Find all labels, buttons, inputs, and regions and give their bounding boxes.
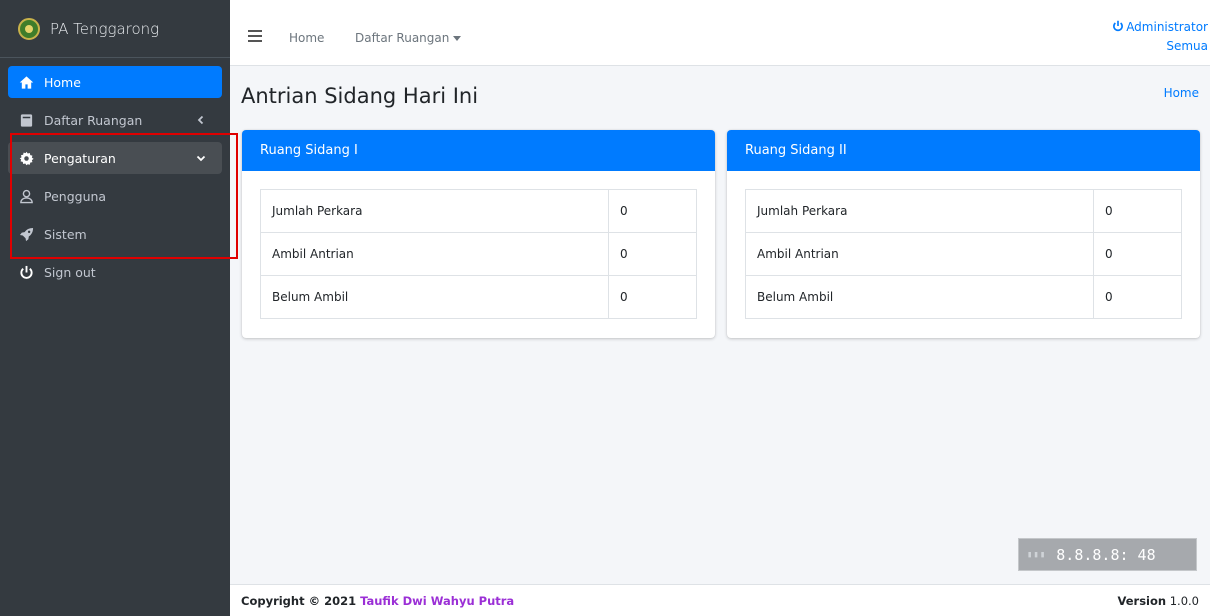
menu-toggle-icon[interactable] — [248, 30, 262, 42]
card-title: Ruang Sidang II — [727, 130, 1200, 171]
sidebar-item-daftar-ruangan[interactable]: Daftar Ruangan — [8, 104, 222, 136]
sidebar-item-sistem[interactable]: Sistem — [8, 218, 222, 250]
card-body: Jumlah Perkara 0 Ambil Antrian 0 Belum Amb… — [727, 171, 1200, 319]
sidebar-item-label: Sign out — [44, 264, 96, 280]
user-role: Semua — [1166, 39, 1208, 53]
clock-label: ▮▮▮ — [1027, 549, 1047, 560]
top-nav-daftar-ruangan[interactable]: Daftar Ruangan — [355, 31, 462, 45]
sidebar-item-pengaturan[interactable]: Pengaturan — [8, 142, 222, 174]
chevron-left-icon — [196, 113, 210, 127]
stat-label: Belum Ambil — [745, 275, 1094, 319]
stat-label: Jumlah Perkara — [260, 189, 609, 233]
court-logo-icon — [18, 17, 40, 40]
stat-value: 0 — [1093, 189, 1182, 233]
card-body: Jumlah Perkara 0 Ambil Antrian 0 Belum Amb… — [242, 171, 715, 319]
stat-value: 0 — [1093, 232, 1182, 276]
stat-value: 0 — [608, 189, 697, 233]
brand-link[interactable]: PA Tenggarong — [0, 0, 230, 58]
caret-down-icon — [453, 36, 462, 41]
footer: Copyright © 2021 Taufik Dwi Wahyu Putra … — [230, 584, 1210, 616]
card-title: Ruang Sidang I — [242, 130, 715, 171]
room-stats-table: Jumlah Perkara 0 Ambil Antrian 0 Belum Amb… — [260, 189, 697, 319]
top-navbar: Home Daftar Ruangan Administrator Semua — [230, 0, 1210, 66]
gear-icon — [18, 150, 34, 166]
user-menu[interactable]: Administrator Semua — [1112, 18, 1208, 56]
stat-label: Ambil Antrian — [260, 232, 609, 276]
stat-label: Jumlah Perkara — [745, 189, 1094, 233]
room-stats-table: Jumlah Perkara 0 Ambil Antrian 0 Belum Amb… — [745, 189, 1182, 319]
sidebar-item-label: Daftar Ruangan — [44, 112, 143, 128]
version-info: Version 1.0.0 — [1117, 594, 1199, 608]
sidebar-nav: Home Daftar Ruangan Pengaturan Pengguna … — [0, 58, 230, 302]
table-row: Ambil Antrian 0 — [745, 232, 1182, 276]
home-icon — [18, 74, 34, 90]
sidebar-item-home[interactable]: Home — [8, 66, 222, 98]
sidebar-item-label: Pengaturan — [44, 150, 116, 166]
stat-label: Belum Ambil — [260, 275, 609, 319]
stat-label: Ambil Antrian — [745, 232, 1094, 276]
stat-value: 0 — [608, 232, 697, 276]
table-row: Belum Ambil 0 — [745, 275, 1182, 319]
version-number: 1.0.0 — [1169, 594, 1199, 608]
sidebar-item-sign-out[interactable]: Sign out — [8, 256, 222, 288]
clock-widget: ▮▮▮ 8.8.8.8: 48 — [1018, 538, 1197, 571]
table-row: Jumlah Perkara 0 — [260, 189, 697, 233]
stat-value: 0 — [1093, 275, 1182, 319]
top-nav-daftar-ruangan-label: Daftar Ruangan — [355, 31, 450, 45]
table-row: Belum Ambil 0 — [260, 275, 697, 319]
user-icon — [18, 188, 34, 204]
room-card-2: Ruang Sidang II Jumlah Perkara 0 Ambil An… — [727, 130, 1200, 338]
brand-text: PA Tenggarong — [50, 19, 160, 38]
author-link[interactable]: Taufik Dwi Wahyu Putra — [360, 594, 514, 608]
power-icon — [18, 264, 34, 280]
copyright-prefix: Copyright © 2021 — [241, 594, 361, 608]
power-icon — [1113, 20, 1124, 32]
top-nav-home[interactable]: Home — [289, 31, 324, 45]
sidebar-item-label: Sistem — [44, 226, 87, 242]
content-header: Antrian Sidang Hari Ini Home — [230, 66, 1210, 126]
version-label: Version — [1117, 594, 1167, 608]
rocket-icon — [18, 226, 34, 242]
user-name: Administrator — [1126, 20, 1208, 34]
sidebar-item-label: Pengguna — [44, 188, 107, 204]
chevron-down-icon — [196, 151, 210, 165]
breadcrumb-home[interactable]: Home — [1164, 86, 1199, 100]
table-row: Jumlah Perkara 0 — [745, 189, 1182, 233]
room-card-1: Ruang Sidang I Jumlah Perkara 0 Ambil Ant… — [242, 130, 715, 338]
sidebar-item-pengguna[interactable]: Pengguna — [8, 180, 222, 212]
book-icon — [18, 112, 34, 128]
copyright-text: Copyright © 2021 Taufik Dwi Wahyu Putra — [241, 594, 514, 608]
sidebar: PA Tenggarong Home Daftar Ruangan Pengat… — [0, 0, 230, 616]
sidebar-item-label: Home — [44, 74, 81, 90]
stat-value: 0 — [608, 275, 697, 319]
user-name-line: Administrator — [1112, 18, 1208, 37]
page-title: Antrian Sidang Hari Ini — [241, 84, 479, 108]
table-row: Ambil Antrian 0 — [260, 232, 697, 276]
clock-value: 8.8.8.8: 48 — [1056, 545, 1156, 564]
